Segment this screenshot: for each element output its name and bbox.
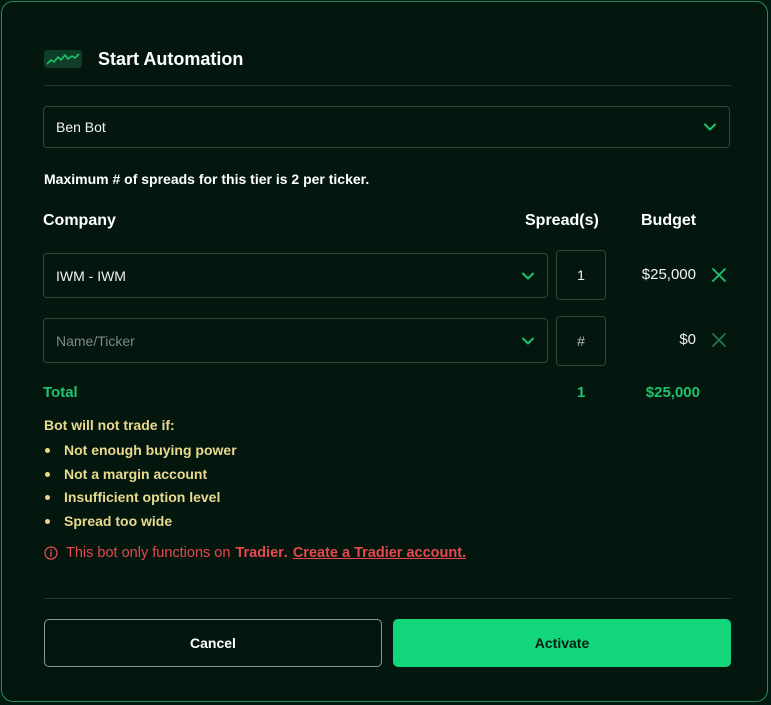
chevron-down-icon — [522, 337, 534, 344]
warning-heading: Bot will not trade if: — [44, 417, 175, 433]
start-automation-modal: Start Automation Ben Bot Maximum # of sp… — [1, 1, 768, 702]
cancel-button[interactable]: Cancel — [44, 619, 382, 667]
create-account-link[interactable]: Create a Tradier account. — [293, 545, 466, 561]
spreads-input-placeholder: # — [577, 333, 585, 349]
notice-prefix: This bot only functions on — [66, 545, 231, 561]
company-select[interactable]: Name/Ticker — [43, 318, 548, 363]
row-budget: $25,000 — [641, 266, 696, 283]
tier-info: Maximum # of spreads for this tier is 2 … — [44, 171, 370, 187]
modal-title: Start Automation — [98, 48, 244, 69]
spreads-input[interactable]: 1 — [556, 250, 606, 300]
total-spreads: 1 — [577, 384, 586, 401]
column-spreads: Spread(s) — [525, 212, 599, 229]
warning-list: Not enough buying power Not a margin acc… — [44, 440, 237, 534]
broker-notice: This bot only functions on Tradier . Cre… — [44, 545, 466, 561]
remove-row-icon[interactable] — [711, 332, 727, 348]
spreads-input[interactable]: # — [556, 316, 606, 366]
chevron-down-icon — [522, 272, 534, 279]
chevron-down-icon — [704, 123, 716, 131]
activate-button[interactable]: Activate — [393, 619, 731, 667]
company-select-value: IWM - IWM — [56, 267, 126, 284]
header-divider — [44, 85, 731, 86]
list-item: Not enough buying power — [44, 440, 237, 464]
bot-select-value: Ben Bot — [56, 119, 106, 135]
chart-line-icon — [44, 50, 82, 68]
notice-broker: Tradier — [235, 545, 284, 561]
footer-divider — [44, 598, 731, 599]
column-budget: Budget — [641, 212, 697, 229]
info-circle-icon — [44, 546, 58, 560]
spreads-input-value: 1 — [577, 267, 585, 283]
list-item: Not a margin account — [44, 464, 237, 488]
list-item: Spread too wide — [44, 511, 237, 535]
company-select[interactable]: IWM - IWM — [43, 253, 548, 298]
company-select-placeholder: Name/Ticker — [56, 332, 135, 349]
modal-header: Start Automation — [44, 46, 243, 72]
bot-select[interactable]: Ben Bot — [43, 106, 730, 148]
notice-separator: . — [283, 545, 288, 561]
total-label: Total — [43, 384, 78, 401]
total-budget: $25,000 — [645, 384, 700, 401]
row-budget: $0 — [679, 331, 696, 348]
column-company: Company — [43, 212, 116, 229]
remove-row-icon[interactable] — [711, 267, 727, 283]
list-item: Insufficient option level — [44, 487, 237, 511]
